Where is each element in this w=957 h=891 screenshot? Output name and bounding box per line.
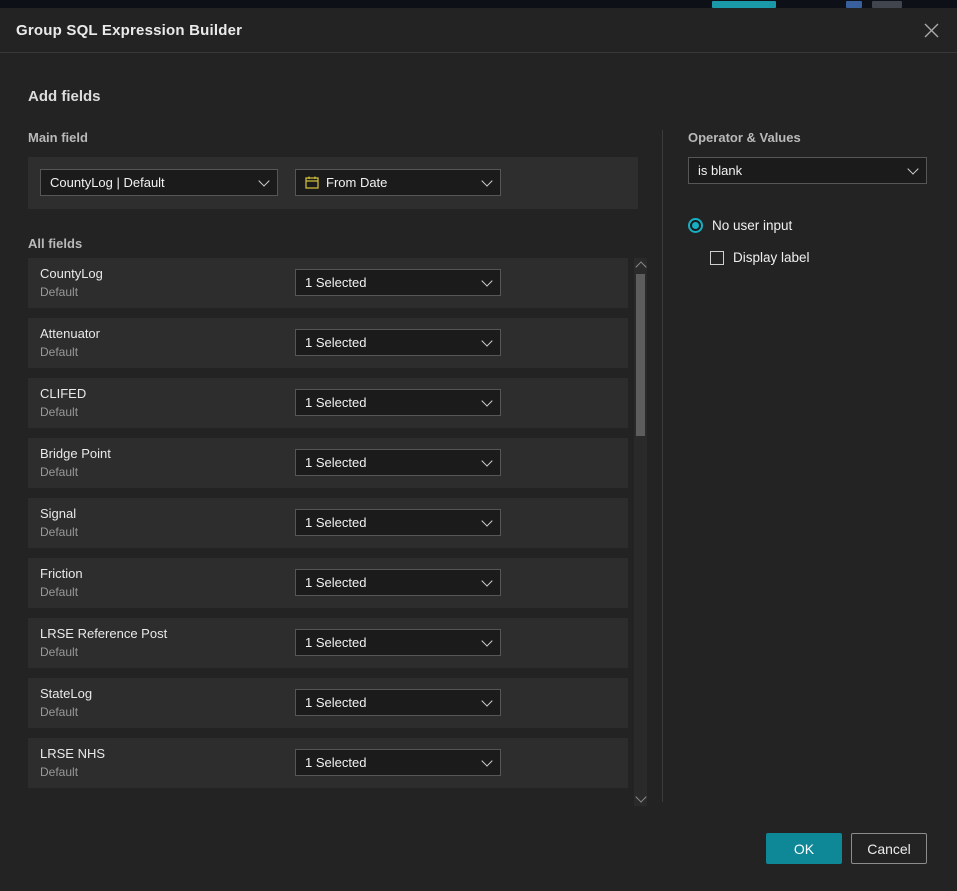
chevron-down-icon — [481, 755, 492, 766]
close-button[interactable] — [921, 20, 941, 40]
field-subtitle: Default — [40, 765, 78, 779]
calendar-icon — [305, 176, 319, 189]
field-selection-dropdown[interactable]: 1 Selected — [295, 689, 501, 716]
main-field-label: Main field — [28, 130, 88, 145]
field-name: LRSE Reference Post — [40, 626, 167, 641]
field-selection-value: 1 Selected — [305, 335, 366, 350]
field-row: Attenuator Default 1 Selected — [28, 318, 628, 368]
field-row: CountyLog Default 1 Selected — [28, 258, 628, 308]
field-row: Friction Default 1 Selected — [28, 558, 628, 608]
chevron-down-icon — [481, 395, 492, 406]
operator-dropdown[interactable]: is blank — [688, 157, 927, 184]
chevron-down-icon — [481, 175, 492, 186]
chevron-down-icon — [907, 163, 918, 174]
dialog-title: Group SQL Expression Builder — [16, 22, 242, 39]
cancel-button[interactable]: Cancel — [851, 833, 927, 864]
field-name: Friction — [40, 566, 83, 581]
field-name: CLIFED — [40, 386, 86, 401]
field-row: CLIFED Default 1 Selected — [28, 378, 628, 428]
field-selection-value: 1 Selected — [305, 455, 366, 470]
field-row: Signal Default 1 Selected — [28, 498, 628, 548]
scrollbar-thumb[interactable] — [636, 274, 645, 436]
chevron-down-icon — [481, 635, 492, 646]
dialog-header: Group SQL Expression Builder — [0, 8, 957, 53]
scroll-down-icon[interactable] — [635, 791, 646, 802]
chevron-down-icon — [258, 175, 269, 186]
chevron-down-icon — [481, 455, 492, 466]
field-name: Signal — [40, 506, 76, 521]
ok-button[interactable]: OK — [766, 833, 842, 864]
all-fields-list: CountyLog Default 1 Selected Attenuator … — [28, 258, 628, 788]
field-name: Attenuator — [40, 326, 100, 341]
main-field-dropdown[interactable]: From Date — [295, 169, 501, 196]
field-name: LRSE NHS — [40, 746, 105, 761]
radio-selected-icon — [688, 218, 703, 233]
field-selection-dropdown[interactable]: 1 Selected — [295, 389, 501, 416]
layer-dropdown[interactable]: CountyLog | Default — [40, 169, 278, 196]
chevron-down-icon — [481, 575, 492, 586]
field-subtitle: Default — [40, 645, 78, 659]
checkbox-label: Display label — [733, 250, 810, 265]
field-subtitle: Default — [40, 585, 78, 599]
field-selection-dropdown[interactable]: 1 Selected — [295, 629, 501, 656]
chevron-down-icon — [481, 515, 492, 526]
scroll-up-icon[interactable] — [635, 261, 646, 272]
field-subtitle: Default — [40, 345, 78, 359]
scrollbar[interactable] — [634, 258, 647, 806]
field-selection-dropdown[interactable]: 1 Selected — [295, 509, 501, 536]
vertical-divider — [662, 130, 663, 802]
field-selection-value: 1 Selected — [305, 635, 366, 650]
field-selection-dropdown[interactable]: 1 Selected — [295, 749, 501, 776]
group-sql-expression-builder-dialog: Group SQL Expression Builder Add fields … — [0, 8, 957, 891]
chevron-down-icon — [481, 335, 492, 346]
background-app-fragment — [846, 1, 862, 8]
radio-label: No user input — [712, 218, 792, 233]
field-row: StateLog Default 1 Selected — [28, 678, 628, 728]
checkbox-unchecked-icon — [710, 251, 724, 265]
field-row: Bridge Point Default 1 Selected — [28, 438, 628, 488]
dialog-footer: OK Cancel — [766, 833, 927, 864]
field-name: Bridge Point — [40, 446, 111, 461]
field-selection-value: 1 Selected — [305, 575, 366, 590]
main-field-dropdown-value: From Date — [326, 175, 387, 190]
field-selection-value: 1 Selected — [305, 515, 366, 530]
chevron-down-icon — [481, 275, 492, 286]
background-app-fragment — [872, 1, 902, 8]
field-row: LRSE NHS Default 1 Selected — [28, 738, 628, 788]
field-selection-value: 1 Selected — [305, 275, 366, 290]
operator-values-label: Operator & Values — [688, 130, 801, 145]
no-user-input-radio[interactable]: No user input — [688, 218, 792, 233]
background-app-fragment — [712, 1, 776, 8]
layer-dropdown-value: CountyLog | Default — [50, 175, 165, 190]
field-subtitle: Default — [40, 285, 78, 299]
field-name: StateLog — [40, 686, 92, 701]
field-subtitle: Default — [40, 405, 78, 419]
field-selection-value: 1 Selected — [305, 395, 366, 410]
all-fields-label: All fields — [28, 236, 82, 251]
field-selection-dropdown[interactable]: 1 Selected — [295, 269, 501, 296]
display-label-checkbox[interactable]: Display label — [710, 250, 810, 265]
close-icon — [924, 23, 939, 38]
add-fields-heading: Add fields — [28, 88, 101, 105]
field-subtitle: Default — [40, 525, 78, 539]
field-selection-dropdown[interactable]: 1 Selected — [295, 449, 501, 476]
chevron-down-icon — [481, 695, 492, 706]
operator-dropdown-value: is blank — [698, 163, 742, 178]
field-subtitle: Default — [40, 705, 78, 719]
field-selection-value: 1 Selected — [305, 695, 366, 710]
field-selection-dropdown[interactable]: 1 Selected — [295, 329, 501, 356]
field-selection-dropdown[interactable]: 1 Selected — [295, 569, 501, 596]
field-name: CountyLog — [40, 266, 103, 281]
field-subtitle: Default — [40, 465, 78, 479]
field-selection-value: 1 Selected — [305, 755, 366, 770]
field-row: LRSE Reference Post Default 1 Selected — [28, 618, 628, 668]
main-field-panel: CountyLog | Default From Date — [28, 157, 638, 209]
